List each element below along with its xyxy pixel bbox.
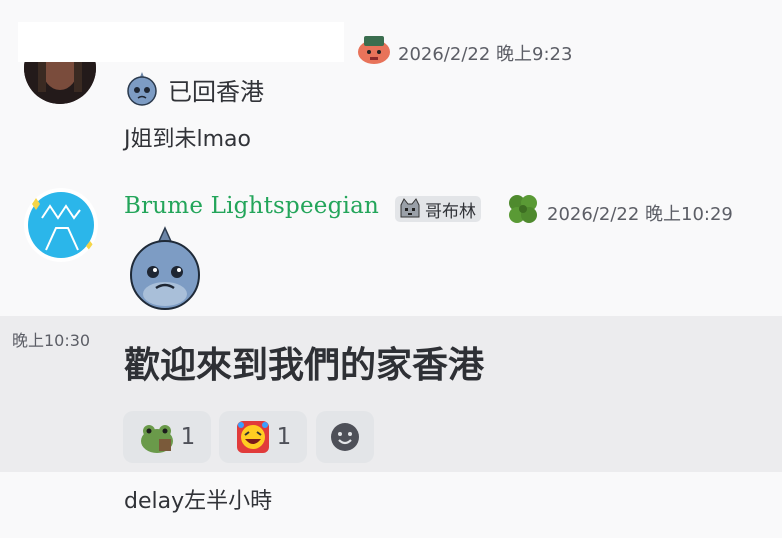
frog-emoji-icon (139, 419, 175, 455)
cat-face-icon (398, 197, 422, 221)
role-tag[interactable]: 哥布林 (395, 196, 481, 222)
crying-shark-icon (124, 70, 160, 106)
role-tag-label: 哥布林 (425, 201, 476, 222)
add-reaction-button[interactable] (316, 411, 374, 463)
author-username[interactable]: Brume Lightspeegian (124, 193, 379, 219)
hover-timestamp: 晚上10:30 (12, 331, 91, 350)
message-text: delay左半小時 (124, 489, 273, 514)
avatar-doodle-icon (28, 192, 94, 258)
message-text: J姐到未lmao (124, 127, 251, 152)
reaction-count: 1 (276, 424, 292, 450)
redacted-username (18, 22, 344, 62)
reaction-laughing[interactable]: 1 (219, 411, 307, 463)
role-badge-icon (356, 32, 392, 66)
message-timestamp[interactable]: 2026/2/22 晚上10:29 (547, 200, 733, 226)
user-avatar[interactable] (24, 188, 98, 262)
smiley-icon (330, 422, 360, 452)
message-text: 已回香港 (168, 78, 264, 106)
message-timestamp[interactable]: 2026/2/22 晚上9:23 (398, 40, 572, 66)
reaction-frog[interactable]: 1 (123, 411, 211, 463)
big-crying-shark-icon (126, 226, 204, 312)
message-text: 歡迎來到我們的家香港 (124, 345, 485, 386)
clover-icon (504, 190, 542, 228)
laughing-emoji-icon (235, 419, 271, 455)
reaction-count: 1 (180, 424, 196, 450)
